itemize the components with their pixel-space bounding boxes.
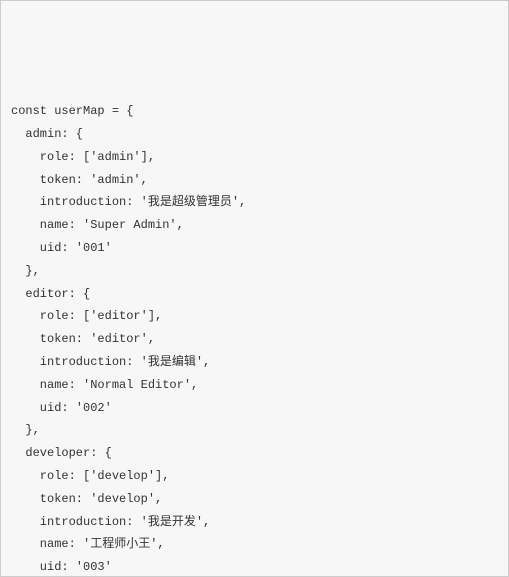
code-line: },: [11, 260, 498, 283]
code-line: },: [11, 419, 498, 442]
code-line: uid: '001': [11, 237, 498, 260]
code-line: role: ['develop'],: [11, 465, 498, 488]
code-line: token: 'editor',: [11, 328, 498, 351]
code-line: name: 'Normal Editor',: [11, 374, 498, 397]
code-line: name: '工程师小王',: [11, 533, 498, 556]
code-line: admin: {: [11, 123, 498, 146]
code-line: const userMap = {: [11, 100, 498, 123]
code-line: name: 'Super Admin',: [11, 214, 498, 237]
code-line: editor: {: [11, 283, 498, 306]
code-block: const userMap = { admin: { role: ['admin…: [11, 100, 498, 577]
code-line: developer: {: [11, 442, 498, 465]
code-line: uid: '003': [11, 556, 498, 577]
code-line: role: ['editor'],: [11, 305, 498, 328]
code-line: role: ['admin'],: [11, 146, 498, 169]
code-line: introduction: '我是编辑',: [11, 351, 498, 374]
code-line: token: 'develop',: [11, 488, 498, 511]
code-line: uid: '002': [11, 397, 498, 420]
code-line: introduction: '我是开发',: [11, 511, 498, 534]
code-line: token: 'admin',: [11, 169, 498, 192]
code-line: introduction: '我是超级管理员',: [11, 191, 498, 214]
